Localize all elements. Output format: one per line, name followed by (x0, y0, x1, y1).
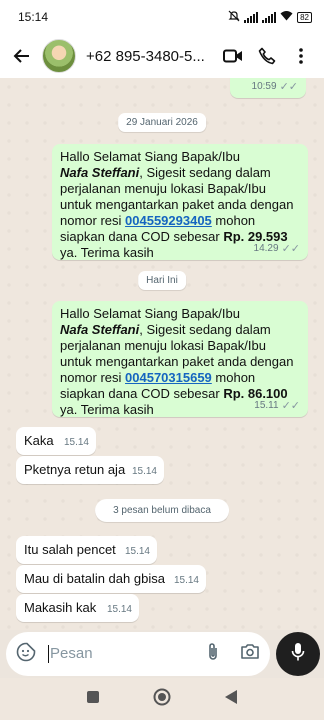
unread-messages-banner: 3 pesan belum dibaca (95, 499, 229, 522)
voice-record-button[interactable] (276, 632, 320, 676)
contact-name[interactable]: +62 895-3480-5... (86, 48, 214, 65)
system-nav-bar (0, 678, 324, 720)
camera-icon[interactable] (240, 643, 260, 665)
read-ticks-icon: ✓✓ (279, 81, 298, 93)
chat-header: +62 895-3480-5... (0, 34, 324, 78)
sticker-icon[interactable] (16, 642, 36, 667)
date-chip: Hari Ini (138, 271, 186, 290)
message-text: Pketnya retun aja (24, 462, 126, 477)
phone-call-icon[interactable] (252, 41, 282, 71)
microphone-icon (291, 642, 305, 667)
courier-name: Nafa Steffani (60, 165, 140, 180)
wifi-icon (280, 10, 293, 24)
tracking-link[interactable]: 004570315659 (125, 370, 212, 385)
message-placeholder: Pesan (48, 644, 93, 664)
courier-name: Nafa Steffani (60, 322, 140, 337)
home-icon[interactable] (153, 688, 171, 711)
signal-icon (244, 11, 259, 23)
back-arrow-icon[interactable] (8, 42, 36, 70)
date-chip: 29 Januari 2026 (118, 113, 206, 132)
status-icons: 82 (228, 10, 312, 25)
back-icon[interactable] (225, 689, 237, 709)
signal-icon-2 (262, 11, 277, 23)
read-ticks-icon: ✓✓ (281, 243, 300, 255)
outgoing-message[interactable]: Hallo Selamat Siang Bapak/Ibu Nafa Steff… (52, 144, 308, 260)
incoming-message[interactable]: Kaka 15.14 (16, 427, 96, 455)
more-options-icon[interactable] (286, 41, 316, 71)
recents-icon[interactable] (87, 690, 99, 708)
incoming-message[interactable]: Itu salah pencet 15.14 (16, 536, 157, 564)
chat-area[interactable]: 10:59 ✓✓ 29 Januari 2026 Hallo Selamat Si… (0, 78, 324, 630)
incoming-message[interactable]: Pketnya retun aja 15.14 (16, 456, 164, 484)
outgoing-message[interactable]: Hallo Selamat Siang Bapak/Ibu Nafa Steff… (52, 301, 308, 417)
incoming-message[interactable]: Mau di batalin dah gbisa 15.14 (16, 565, 206, 593)
message-text: Kaka (24, 433, 54, 448)
message-text: Makasih kak (24, 600, 97, 615)
composer-bar: Pesan (0, 630, 324, 678)
status-time: 15:14 (18, 10, 49, 24)
message-text: Itu salah pencet (24, 542, 116, 557)
read-ticks-icon: ✓✓ (281, 400, 300, 412)
incoming-message[interactable]: Makasih kak 15.14 (16, 594, 139, 622)
status-bar: 15:14 82 (0, 0, 324, 34)
avatar[interactable] (42, 39, 76, 73)
message-input[interactable]: Pesan (6, 632, 270, 676)
tracking-link[interactable]: 004559293405 (125, 213, 212, 228)
attach-icon[interactable] (206, 642, 220, 667)
battery-icon: 82 (297, 11, 312, 23)
message-text: Mau di batalin dah gbisa (24, 571, 165, 586)
video-call-icon[interactable] (218, 41, 248, 71)
outgoing-message-partial[interactable]: 10:59 ✓✓ (230, 78, 306, 98)
mute-icon (228, 10, 240, 25)
